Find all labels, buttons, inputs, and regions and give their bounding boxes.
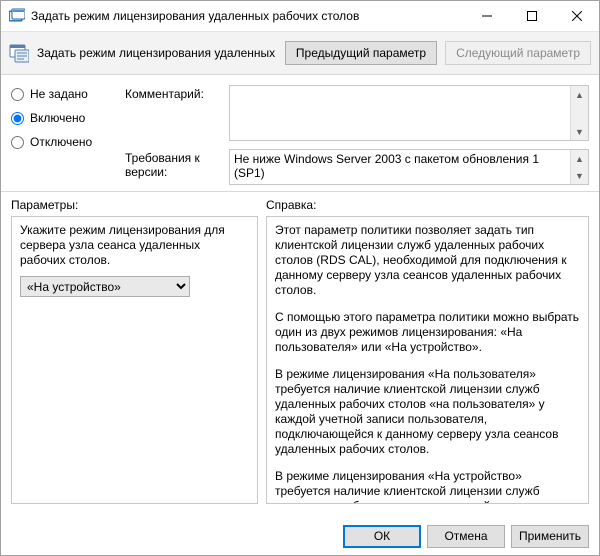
window-title: Задать режим лицензирования удаленных ра… [31, 9, 464, 23]
policy-icon [9, 43, 29, 63]
header-strip: Задать режим лицензирования удаленных ра… [1, 32, 599, 75]
previous-setting-button[interactable]: Предыдущий параметр [285, 41, 437, 65]
options-pane: Укажите режим лицензирования для сервера… [11, 216, 258, 504]
radio-not-configured[interactable]: Не задано [11, 87, 121, 101]
close-button[interactable] [554, 1, 599, 31]
radio-enabled-label: Включено [30, 111, 85, 125]
help-heading: Справка: [266, 198, 589, 212]
help-pane[interactable]: Этот параметр политики позволяет задать … [266, 216, 589, 504]
radio-enabled-input[interactable] [11, 112, 24, 125]
radio-not-configured-label: Не задано [30, 87, 88, 101]
supported-label: Требования к версии: [125, 149, 225, 185]
cancel-button[interactable]: Отмена [427, 525, 505, 548]
middle-section: Параметры: Укажите режим лицензирования … [1, 192, 599, 517]
help-paragraph: С помощью этого параметра политики можно… [275, 310, 580, 355]
radio-disabled-label: Отключено [30, 135, 92, 149]
radio-disabled[interactable]: Отключено [11, 135, 121, 149]
supported-value: Не ниже Windows Server 2003 с пакетом об… [234, 152, 584, 180]
comment-scrollbar[interactable]: ▲ ▼ [570, 86, 588, 140]
maximize-button[interactable] [509, 1, 554, 31]
mode-label: Укажите режим лицензирования для сервера… [20, 223, 249, 268]
app-icon [9, 8, 25, 24]
scroll-up-icon[interactable]: ▲ [571, 150, 588, 167]
policy-title: Задать режим лицензирования удаленных ра… [37, 46, 277, 60]
scroll-down-icon[interactable]: ▼ [571, 123, 588, 140]
titlebar: Задать режим лицензирования удаленных ра… [1, 1, 599, 32]
next-setting-button: Следующий параметр [445, 41, 591, 65]
minimize-button[interactable] [464, 1, 509, 31]
comment-field[interactable]: ▲ ▼ [229, 85, 589, 141]
radio-enabled[interactable]: Включено [11, 111, 121, 125]
radio-disabled-input[interactable] [11, 136, 24, 149]
scroll-down-icon[interactable]: ▼ [571, 167, 588, 184]
help-paragraph: Этот параметр политики позволяет задать … [275, 223, 580, 298]
state-radio-group: Не задано Включено Отключено [11, 85, 121, 185]
supported-field: Не ниже Windows Server 2003 с пакетом об… [229, 149, 589, 185]
comment-label: Комментарий: [125, 85, 225, 141]
help-paragraph: В режиме лицензирования «На устройство» … [275, 469, 580, 504]
upper-section: Не задано Включено Отключено Комментарий… [1, 75, 599, 192]
dialog-window: Задать режим лицензирования удаленных ра… [0, 0, 600, 556]
ok-button[interactable]: ОК [343, 525, 421, 548]
scroll-up-icon[interactable]: ▲ [571, 86, 588, 103]
radio-not-configured-input[interactable] [11, 88, 24, 101]
options-heading: Параметры: [11, 198, 266, 212]
supported-scrollbar[interactable]: ▲ ▼ [570, 150, 588, 184]
help-paragraph: В режиме лицензирования «На пользователя… [275, 367, 580, 457]
help-column: Справка: Этот параметр политики позволяе… [266, 198, 589, 517]
options-column: Параметры: Укажите режим лицензирования … [11, 198, 266, 517]
mode-select[interactable]: «На устройство» «На пользователя» [20, 276, 190, 297]
apply-button[interactable]: Применить [511, 525, 589, 548]
footer: ОК Отмена Применить [1, 517, 599, 555]
